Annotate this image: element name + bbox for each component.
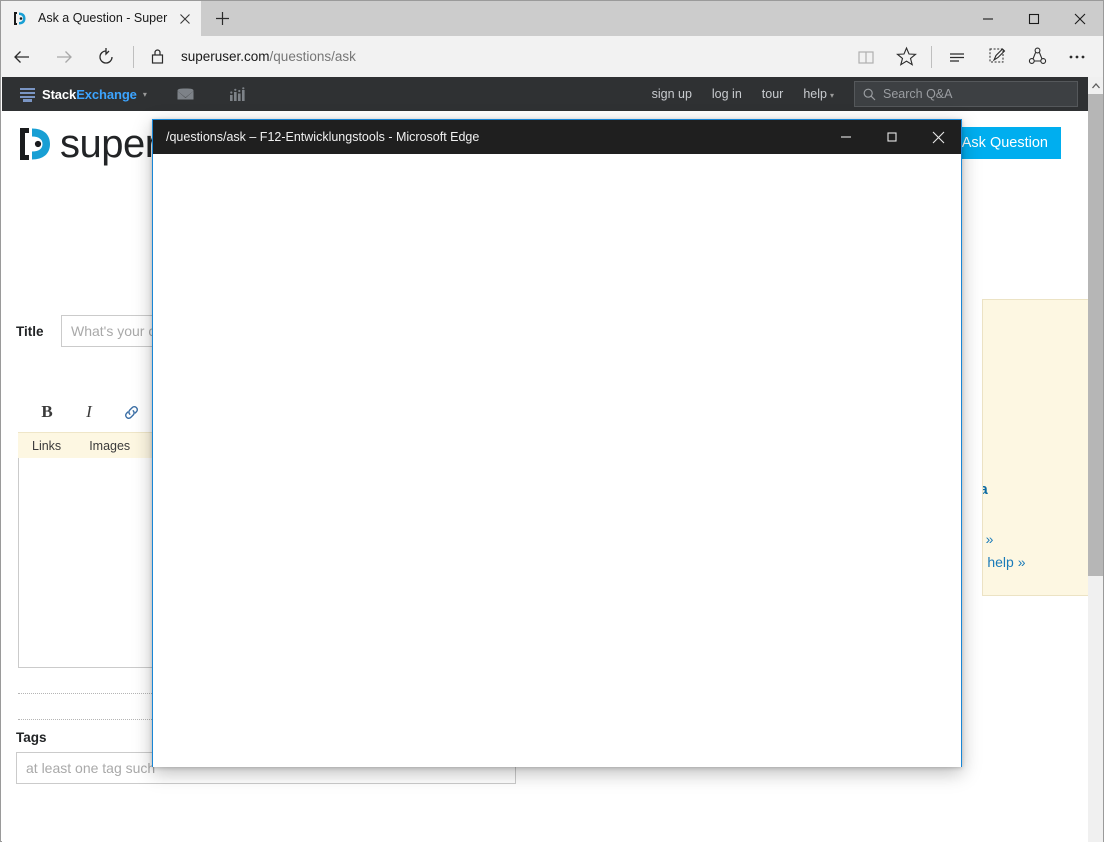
sidebar-asking-help-link[interactable]: asking help » bbox=[983, 554, 1026, 570]
browser-titlebar: Ask a Question - Super bbox=[1, 1, 1103, 36]
hub-icon[interactable] bbox=[937, 36, 977, 77]
topbar-right-links: sign up log in tour help ▾ Search Q&A bbox=[642, 77, 1078, 111]
search-placeholder: Search Q&A bbox=[883, 87, 953, 101]
scroll-up-arrow-icon[interactable] bbox=[1088, 77, 1103, 94]
url-domain: superuser.com bbox=[181, 49, 270, 64]
italic-button[interactable]: I bbox=[74, 398, 104, 426]
devtools-window-controls bbox=[823, 120, 961, 154]
achievements-icon[interactable] bbox=[221, 77, 255, 111]
minimize-button[interactable] bbox=[965, 1, 1011, 36]
chevron-down-icon: ▾ bbox=[829, 91, 834, 100]
favorites-star-icon[interactable] bbox=[886, 36, 926, 77]
more-ellipsis-icon[interactable] bbox=[1057, 36, 1097, 77]
stackexchange-label: StackExchange bbox=[42, 87, 137, 102]
forward-arrow-icon[interactable] bbox=[43, 36, 85, 77]
search-input[interactable]: Search Q&A bbox=[854, 81, 1078, 107]
stackexchange-topbar: StackExchange ▾ sign up log in tour help… bbox=[2, 77, 1088, 111]
addressbar-divider bbox=[133, 45, 134, 68]
title-label: Title bbox=[16, 323, 44, 339]
signup-link[interactable]: sign up bbox=[652, 87, 692, 101]
tab-strip: Ask a Question - Super bbox=[1, 1, 243, 36]
stackexchange-logo[interactable]: StackExchange ▾ bbox=[20, 87, 147, 102]
maximize-button[interactable] bbox=[1011, 1, 1057, 36]
se-text-exchange: Exchange bbox=[76, 86, 137, 102]
inbox-icon[interactable] bbox=[169, 77, 203, 111]
screen: Ask a Question - Super superuser.com/que… bbox=[0, 0, 1104, 842]
stack-icon bbox=[20, 87, 35, 102]
new-tab-button[interactable] bbox=[201, 1, 243, 36]
help-link[interactable]: help ▾ bbox=[803, 87, 834, 101]
back-arrow-icon[interactable] bbox=[1, 36, 43, 77]
link-icon[interactable] bbox=[116, 398, 146, 426]
share-icon[interactable] bbox=[1017, 36, 1057, 77]
toolbar-divider bbox=[931, 45, 932, 68]
close-button[interactable] bbox=[1057, 1, 1103, 36]
browser-tool-buttons bbox=[846, 36, 1103, 77]
devtools-close-button[interactable] bbox=[915, 120, 961, 154]
reading-view-icon[interactable] bbox=[846, 36, 886, 77]
refresh-icon[interactable] bbox=[85, 36, 127, 77]
scrollbar-thumb[interactable] bbox=[1088, 94, 1103, 576]
window-controls bbox=[965, 1, 1103, 36]
devtools-maximize-button[interactable] bbox=[869, 120, 915, 154]
page-scrollbar[interactable] bbox=[1088, 77, 1103, 842]
sidebar-help-center-link[interactable]: he help center » bbox=[983, 531, 993, 547]
help-tab-images[interactable]: Images bbox=[89, 439, 130, 453]
superuser-favicon bbox=[12, 10, 29, 27]
devtools-minimize-button[interactable] bbox=[823, 120, 869, 154]
browser-navbar: superuser.com/questions/ask bbox=[1, 36, 1103, 77]
url-text: superuser.com/questions/ask bbox=[181, 49, 356, 64]
superuser-logo-icon bbox=[16, 123, 56, 165]
browser-tab[interactable]: Ask a Question - Super bbox=[1, 1, 201, 36]
se-text-stack: Stack bbox=[42, 86, 77, 102]
devtools-window: /questions/ask – F12-Entwicklungstools -… bbox=[152, 119, 962, 767]
tab-close-icon[interactable] bbox=[175, 9, 195, 29]
devtools-title: /questions/ask – F12-Entwicklungstools -… bbox=[166, 130, 480, 144]
web-note-icon[interactable] bbox=[977, 36, 1017, 77]
ask-help-sidebar: oftware or ered, not just ask it on meta… bbox=[982, 299, 1092, 596]
chevron-down-icon: ▾ bbox=[142, 89, 147, 99]
tour-link[interactable]: tour bbox=[762, 87, 784, 101]
devtools-content-area[interactable] bbox=[153, 154, 961, 767]
tab-title: Ask a Question - Super bbox=[38, 11, 168, 25]
url-path: /questions/ask bbox=[269, 49, 356, 64]
help-tab-links[interactable]: Links bbox=[32, 439, 61, 453]
address-bar[interactable]: superuser.com/questions/ask bbox=[133, 36, 846, 77]
help-label: help bbox=[803, 87, 827, 101]
bold-button[interactable]: B bbox=[32, 398, 62, 426]
sidebar-meta-link[interactable]: ask it on meta bbox=[983, 482, 988, 498]
devtools-titlebar[interactable]: /questions/ask – F12-Entwicklungstools -… bbox=[153, 120, 961, 154]
search-icon bbox=[863, 88, 876, 101]
ask-question-button[interactable]: Ask Question bbox=[948, 127, 1061, 159]
padlock-icon bbox=[147, 36, 167, 77]
login-link[interactable]: log in bbox=[712, 87, 742, 101]
